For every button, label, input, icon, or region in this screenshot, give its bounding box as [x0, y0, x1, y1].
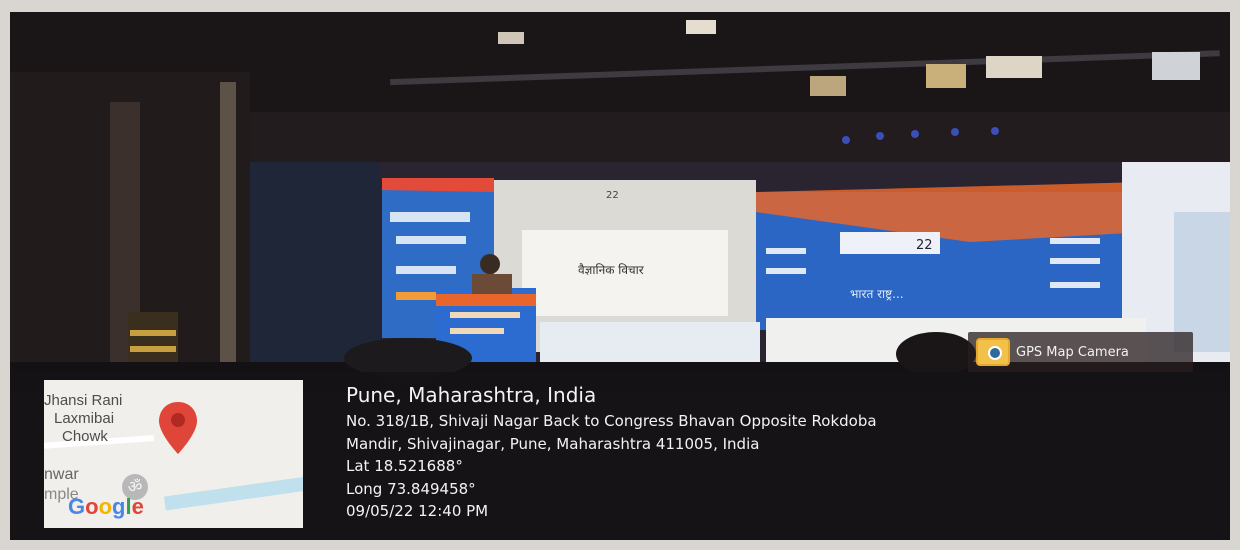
- location-pin-icon: [159, 402, 197, 454]
- map-label: Jhansi Rani: [44, 392, 123, 409]
- latitude: Lat 18.521688°: [346, 457, 463, 475]
- ceiling-light: [986, 56, 1042, 78]
- location-info: Pune, Maharashtra, India No. 318/1B, Shi…: [346, 382, 877, 523]
- google-logo: Google: [68, 494, 144, 519]
- ceiling-light: [926, 64, 966, 88]
- address-line-2: Mandir, Shivajinagar, Pune, Maharashtra …: [346, 434, 760, 453]
- city-title: Pune, Maharashtra, India: [346, 383, 597, 407]
- map-label: nwar: [44, 466, 79, 483]
- screen-title: वैज्ञानिक विचार: [578, 263, 645, 277]
- gps-map-camera-badge: GPS Map Camera: [968, 332, 1193, 372]
- address-line-1: No. 318/1B, Shivaji Nagar Back to Congre…: [346, 412, 877, 430]
- ceiling-light: [498, 32, 524, 44]
- gps-badge-label: GPS Map Camera: [1016, 344, 1129, 360]
- map-road: [163, 471, 303, 511]
- camera-pin-icon: [976, 338, 1010, 366]
- map-label: Chowk: [62, 428, 108, 445]
- ceiling-light: [810, 76, 846, 96]
- map-label: Laxmibai: [54, 410, 115, 427]
- map-thumbnail[interactable]: Jhansi Rani Laxmibai Chowk nwar mple ॐ G…: [44, 380, 303, 528]
- datetime: 09/05/22 12:40 PM: [346, 502, 489, 520]
- year-mark: 22: [606, 190, 619, 201]
- banner-tagline: भारत राष्ट्र...: [850, 287, 904, 301]
- longitude: Long 73.849458°: [346, 479, 476, 498]
- year-mark-right: 22: [916, 238, 933, 253]
- ceiling-light: [1152, 52, 1200, 80]
- ceiling-light: [686, 20, 716, 34]
